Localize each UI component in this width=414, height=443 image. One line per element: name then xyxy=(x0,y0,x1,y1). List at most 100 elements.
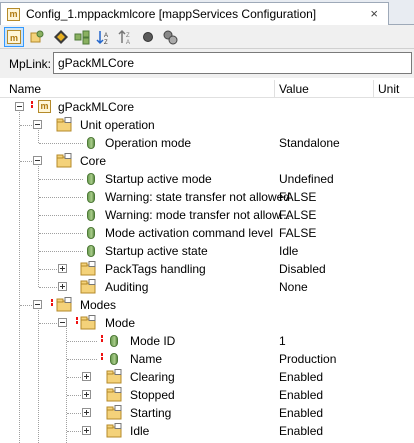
sort-descending-button[interactable]: ZA xyxy=(116,27,136,47)
tree-label: PackTags handling xyxy=(105,262,206,276)
collapse-icon[interactable] xyxy=(58,318,67,327)
tree-row-core[interactable]: Core xyxy=(0,152,414,170)
tree-label: Operation mode xyxy=(105,136,192,150)
tree-value: Enabled xyxy=(279,388,324,402)
folder-icon xyxy=(80,315,96,330)
tree-value: Idle xyxy=(279,244,299,258)
tree-value: Disabled xyxy=(279,262,326,276)
tree-label: Startup active mode xyxy=(105,172,212,186)
parameter-icon xyxy=(87,245,95,257)
tree-value: FALSE xyxy=(279,190,317,204)
folder-icon xyxy=(80,279,96,294)
tree-row-mode-id[interactable]: Mode ID 1 xyxy=(0,332,414,350)
record-icon xyxy=(143,32,153,42)
tree-row-warning-state-transfer[interactable]: Warning: state transfer not allowed FALS… xyxy=(0,188,414,206)
expand-icon[interactable] xyxy=(82,426,91,435)
tree-row-mode-activation[interactable]: Mode activation command level FALSE xyxy=(0,224,414,242)
error-marker-icon xyxy=(76,317,78,328)
error-marker-icon xyxy=(101,335,103,346)
expand-icon[interactable] xyxy=(82,408,91,417)
tree-value: Production xyxy=(279,352,337,366)
filter-icon xyxy=(30,30,44,43)
tree-value: Enabled xyxy=(279,424,324,438)
collapse-icon[interactable] xyxy=(33,300,42,309)
parameter-icon xyxy=(87,209,95,221)
mplink-input[interactable] xyxy=(53,52,412,74)
tree-row-operation-mode[interactable]: Operation mode Standalone xyxy=(0,134,414,152)
name-column-header[interactable]: Name xyxy=(9,82,41,96)
record-button[interactable] xyxy=(138,27,158,47)
tree-label: Stopped xyxy=(130,388,175,402)
tree-row-starting[interactable]: Starting Enabled xyxy=(0,404,414,422)
parameter-icon xyxy=(110,353,118,365)
folder-icon xyxy=(56,153,72,168)
collapse-icon[interactable] xyxy=(15,102,24,111)
svg-text:m: m xyxy=(10,33,18,43)
expand-icon[interactable] xyxy=(82,390,91,399)
tree-row-auditing[interactable]: Auditing None xyxy=(0,278,414,296)
tree-label: Idle xyxy=(130,424,150,438)
close-tab-icon[interactable]: × xyxy=(370,6,378,21)
tree-value: 1 xyxy=(279,334,286,348)
unit-column-header[interactable]: Unit xyxy=(378,82,399,96)
tree-row-stopped[interactable]: Stopped Enabled xyxy=(0,386,414,404)
tree-value: Standalone xyxy=(279,136,340,150)
folder-icon xyxy=(106,423,122,438)
value-column-header[interactable]: Value xyxy=(279,82,309,96)
show-mapp-icon: m xyxy=(7,30,21,44)
show-mapp-button[interactable]: m xyxy=(4,27,24,47)
tree-value: Enabled xyxy=(279,406,324,420)
expand-icon[interactable] xyxy=(58,264,67,273)
tree-label: Startup active state xyxy=(105,244,208,258)
tree-label: Warning: state transfer not allowed xyxy=(105,190,290,204)
error-marker-icon xyxy=(101,353,103,364)
tree-row-startup-active-mode[interactable]: Startup active mode Undefined xyxy=(0,170,414,188)
diamond-icon xyxy=(54,30,68,44)
expand-icon[interactable] xyxy=(82,372,91,381)
document-tab-bar: m Config_1.mppackmlcore [mappServices Co… xyxy=(0,0,414,25)
tree-label: Warning: mode transfer not allow... xyxy=(105,208,290,222)
tree-row-modes[interactable]: Modes xyxy=(0,296,414,314)
sort-ascending-icon: AZ xyxy=(96,31,108,45)
expand-all-button[interactable] xyxy=(72,27,92,47)
tab-title: Config_1.mppackmlcore [mappServices Conf… xyxy=(26,7,317,21)
tree-row-name[interactable]: Name Production xyxy=(0,350,414,368)
toolbar: m AZ ZA xyxy=(0,25,414,49)
tree-label: Starting xyxy=(130,406,172,420)
tree-label: Mode activation command level xyxy=(105,226,274,240)
tree-row-root[interactable]: m gPackMLCore xyxy=(0,98,414,116)
error-marker-icon xyxy=(31,101,33,112)
folder-icon xyxy=(56,297,72,312)
tree-row-startup-active-state[interactable]: Startup active state Idle xyxy=(0,242,414,260)
tree-label: Unit operation xyxy=(80,118,155,132)
tree-row-clearing[interactable]: Clearing Enabled xyxy=(0,368,414,386)
document-tab[interactable]: m Config_1.mppackmlcore [mappServices Co… xyxy=(0,2,389,25)
mapp-component-icon: m xyxy=(38,100,51,113)
collapse-icon[interactable] xyxy=(33,120,42,129)
tree-label: gPackMLCore xyxy=(58,100,135,114)
collapse-icon[interactable] xyxy=(33,156,42,165)
svg-text:A: A xyxy=(126,40,130,45)
diamond-button[interactable] xyxy=(51,27,71,47)
tree-value: Enabled xyxy=(279,370,324,384)
tree-label: Core xyxy=(80,154,107,168)
tree-row-unit-operation[interactable]: Unit operation xyxy=(0,116,414,134)
filter-button[interactable] xyxy=(27,27,47,47)
tree-row-packtags-handling[interactable]: PackTags handling Disabled xyxy=(0,260,414,278)
tree-row-warning-mode-transfer[interactable]: Warning: mode transfer not allow... FALS… xyxy=(0,206,414,224)
tree-label: Clearing xyxy=(130,370,175,384)
parameter-icon xyxy=(110,335,118,347)
tree-row-idle[interactable]: Idle Enabled xyxy=(0,422,414,440)
svg-text:Z: Z xyxy=(126,33,130,39)
tree-label: Mode ID xyxy=(130,334,176,348)
tree-row-mode[interactable]: Mode xyxy=(0,314,414,332)
folder-icon xyxy=(106,387,122,402)
configuration-tree: m gPackMLCore Unit operation Operation m… xyxy=(0,98,414,443)
expand-icon[interactable] xyxy=(58,282,67,291)
sort-ascending-button[interactable]: AZ xyxy=(94,27,114,47)
settings-button[interactable] xyxy=(160,27,180,47)
mapp-config-icon: m xyxy=(7,7,20,21)
error-marker-icon xyxy=(51,299,53,310)
parameter-icon xyxy=(87,137,95,149)
mplink-label: MpLink: xyxy=(9,57,52,71)
